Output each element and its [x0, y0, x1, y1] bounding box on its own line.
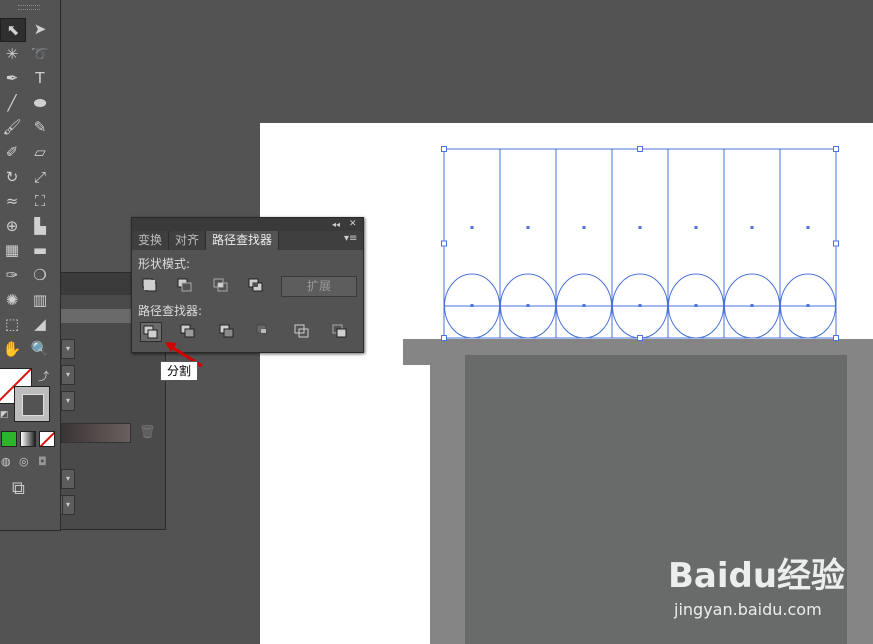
stepper-button[interactable]: ▾ [61, 469, 75, 489]
zoom-tool-icon[interactable]: 🔍 [28, 338, 52, 360]
stepper-button[interactable]: ▾ [61, 365, 75, 385]
swap-colors-icon[interactable]: ⤴ [38, 368, 49, 384]
chart-tool-icon[interactable]: ▙ [28, 215, 52, 237]
pencil-tool-icon[interactable]: ✎ [28, 116, 52, 138]
rotate-tool-icon[interactable]: ↻ [0, 166, 24, 188]
tab-pathfinder[interactable]: 路径查找器 [206, 231, 280, 250]
stepper-button[interactable]: ▾ [61, 391, 75, 411]
minus-front-icon[interactable] [175, 276, 195, 294]
blob-brush-tool-icon[interactable]: ✐ [0, 141, 24, 163]
close-icon[interactable]: ✕ [349, 218, 357, 231]
panel-tabs: 变换 对齐 路径查找器 [132, 231, 363, 250]
shape-builder-tool-icon[interactable]: ⊕ [0, 215, 24, 237]
watermark-url: jingyan.baidu.com [674, 600, 822, 619]
panel-title-bar [132, 218, 363, 231]
column-graph-tool-icon[interactable]: ▥ [28, 289, 52, 311]
width-tool-icon[interactable]: ≈ [0, 190, 24, 212]
hand-tool-icon[interactable]: ✋ [0, 338, 24, 360]
artboard-tool-icon[interactable]: ⬚ [0, 313, 24, 335]
draw-normal-icon[interactable]: ◍ [1, 455, 11, 468]
intersect-icon[interactable] [211, 276, 231, 294]
tooltip: 分割 [160, 361, 198, 381]
eyedropper-tool-icon[interactable]: ✑ [0, 264, 24, 286]
pathfinders-label: 路径查找器: [138, 304, 203, 318]
panel-menu-icon[interactable]: ▾≡ [344, 233, 357, 244]
ellipse-tool-icon[interactable]: ⬬ [28, 92, 52, 114]
stepper-button[interactable]: ▾ [61, 339, 75, 359]
stroke-swatch[interactable] [14, 386, 50, 422]
selection-tool-icon[interactable]: ⬉ [0, 18, 26, 42]
tab-transform[interactable]: 变换 [132, 231, 170, 250]
shape-modes-label: 形状模式: [138, 257, 191, 271]
color-mode-icon[interactable] [1, 431, 17, 447]
crop-icon[interactable] [254, 322, 274, 340]
gradient-mode-icon[interactable] [20, 431, 36, 447]
slice-tool-icon[interactable]: ◢ [28, 313, 52, 335]
tools-panel: ⬉ ➤ ✳ ➰ ✒ T ╱ ⬬ 🖌 ✎ ✐ ▱ ↻ ⤢ ≈ ⛶ ⊕ ▙ ▦ ▬ ✑ ❍ ✺ ▥ ⬚ ◢ ✋ 🔍 ⤴ ◩ ◍ ◎ ◘ ⧉ [0, 0, 61, 531]
panel-grip-icon[interactable] [18, 5, 40, 10]
paintbrush-tool-icon[interactable]: 🖌 [0, 116, 24, 138]
screen-mode-icon[interactable]: ⧉ [12, 478, 25, 499]
divide-icon[interactable] [140, 322, 162, 342]
symbol-sprayer-tool-icon[interactable]: ✺ [0, 289, 24, 311]
mesh-tool-icon[interactable]: ▦ [0, 239, 24, 261]
none-mode-icon[interactable] [39, 431, 55, 447]
minus-back-icon[interactable] [330, 322, 350, 340]
stroke-swatch-hole [22, 394, 44, 416]
default-colors-icon[interactable]: ◩ [0, 410, 9, 420]
line-tool-icon[interactable]: ╱ [0, 92, 24, 114]
gradient-tool-icon[interactable]: ▬ [28, 239, 52, 261]
double-chevron-icon[interactable]: ◂◂ [332, 218, 340, 231]
eraser-tool-icon[interactable]: ▱ [28, 141, 52, 163]
expand-button[interactable]: 扩展 [281, 276, 357, 297]
pen-tool-icon[interactable]: ✒ [0, 67, 24, 89]
type-tool-icon[interactable]: T [28, 67, 52, 89]
lasso-tool-icon[interactable]: ➰ [28, 43, 52, 65]
scale-tool-icon[interactable]: ⤢ [28, 166, 52, 188]
outline-icon[interactable] [292, 322, 312, 340]
gradient-slider[interactable] [61, 423, 131, 443]
draw-behind-icon[interactable]: ◎ [19, 455, 29, 468]
watermark-brand: Baidu经验 [668, 556, 846, 596]
magic-wand-tool-icon[interactable]: ✳ [0, 43, 24, 65]
baidu-watermark: Baidu经验 jingyan.baidu.com [668, 548, 868, 628]
trash-icon[interactable]: 🗑 [139, 425, 156, 440]
tab-align[interactable]: 对齐 [169, 231, 207, 250]
direct-selection-tool-icon[interactable]: ➤ [28, 18, 52, 40]
exclude-icon[interactable] [246, 276, 266, 294]
blend-tool-icon[interactable]: ❍ [28, 264, 52, 286]
free-transform-tool-icon[interactable]: ⛶ [28, 190, 52, 212]
draw-inside-icon[interactable]: ◘ [38, 455, 47, 468]
stepper-button[interactable]: ▾ [61, 495, 75, 515]
merge-icon[interactable] [217, 322, 237, 340]
unite-icon[interactable] [140, 276, 160, 294]
